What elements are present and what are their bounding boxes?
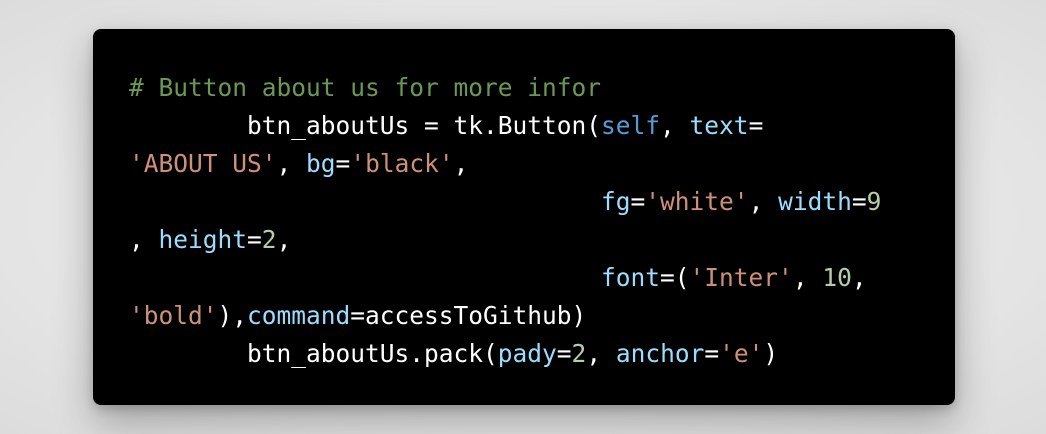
code-text: btn_aboutUs = tk.Button( (129, 111, 602, 140)
code-number: 10 (822, 263, 852, 292)
code-snippet-card: # Button about us for more infor btn_abo… (93, 29, 955, 405)
code-parameter: anchor (615, 339, 705, 368)
page-background: # Button about us for more infor btn_abo… (0, 0, 1046, 434)
code-text: = (247, 225, 262, 254)
code-string: 'white' (645, 187, 749, 216)
code-line: # Button about us for more infor (129, 69, 881, 107)
code-line: 'bold'),command=accessToGithub) (129, 297, 881, 335)
code-string: 'Inter' (689, 263, 793, 292)
code-text: , (276, 225, 292, 254)
code-line: 'ABOUT US', bg='black', (129, 145, 881, 183)
code-parameter: font (601, 263, 661, 292)
code-number: 2 (571, 339, 587, 368)
code-string: 'bold' (129, 301, 218, 330)
code-text: , (792, 263, 823, 292)
code-comment: # Button about us for more infor (129, 73, 602, 102)
code-string: 'black' (350, 149, 454, 178)
code-keyword-self: self (601, 111, 661, 140)
code-parameter: bg (306, 149, 336, 178)
code-line: btn_aboutUs.pack(pady=2, anchor='e') (129, 335, 881, 373)
code-string: 'ABOUT US' (129, 149, 277, 178)
code-parameter: pady (497, 339, 557, 368)
code-text: =( (660, 263, 690, 292)
code-parameter: fg (601, 187, 631, 216)
code-parameter: text (689, 111, 749, 140)
code-text: btn_aboutUs.pack( (129, 339, 498, 368)
code-text: = (748, 111, 764, 140)
code-text: =accessToGithub) (350, 301, 587, 330)
code-block: # Button about us for more infor btn_abo… (129, 69, 881, 373)
code-text: , (586, 339, 616, 368)
code-text: = (851, 187, 867, 216)
code-line: btn_aboutUs = tk.Button(self, text= (129, 107, 881, 145)
code-text: , (276, 149, 307, 178)
code-line: fg='white', width=9 (129, 183, 881, 221)
code-text: , (129, 225, 159, 254)
code-parameter: height (158, 225, 248, 254)
code-text: , (660, 111, 690, 140)
code-text: , (851, 263, 867, 292)
code-text: ), (217, 301, 248, 330)
code-line: , height=2, (129, 221, 881, 259)
code-parameter: command (247, 301, 351, 330)
code-text: , (748, 187, 779, 216)
code-number: 9 (866, 187, 882, 216)
code-parameter: width (778, 187, 852, 216)
code-text: , (453, 149, 469, 178)
code-text: = (335, 149, 351, 178)
code-number: 2 (261, 225, 277, 254)
code-text: = (630, 187, 646, 216)
code-string: 'e' (719, 339, 764, 368)
code-text: = (704, 339, 720, 368)
code-text: ) (763, 339, 779, 368)
code-line: font=('Inter', 10, (129, 259, 881, 297)
code-text: = (556, 339, 572, 368)
